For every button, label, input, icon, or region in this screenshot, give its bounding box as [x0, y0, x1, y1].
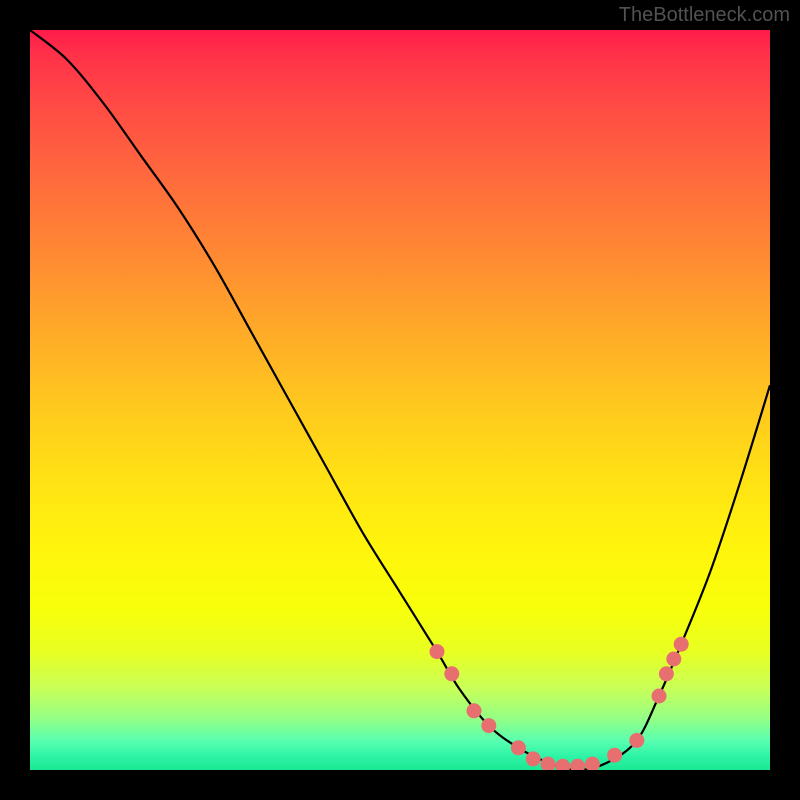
marker-point: [652, 689, 667, 704]
marker-point: [526, 751, 541, 766]
marker-point: [467, 703, 482, 718]
marker-point: [511, 740, 526, 755]
marker-point: [666, 652, 681, 667]
marker-point: [585, 757, 600, 770]
marker-point: [570, 759, 585, 770]
marker-point: [430, 644, 445, 659]
marker-point: [541, 757, 556, 770]
curve-markers: [430, 637, 689, 770]
watermark-text: TheBottleneck.com: [619, 4, 790, 27]
chart-plot-area: [30, 30, 770, 770]
bottleneck-curve: [30, 30, 770, 770]
marker-point: [607, 748, 622, 763]
marker-point: [674, 637, 689, 652]
marker-point: [444, 666, 459, 681]
marker-point: [555, 759, 570, 770]
marker-point: [629, 733, 644, 748]
curve-svg: [30, 30, 770, 770]
marker-point: [481, 718, 496, 733]
marker-point: [659, 666, 674, 681]
